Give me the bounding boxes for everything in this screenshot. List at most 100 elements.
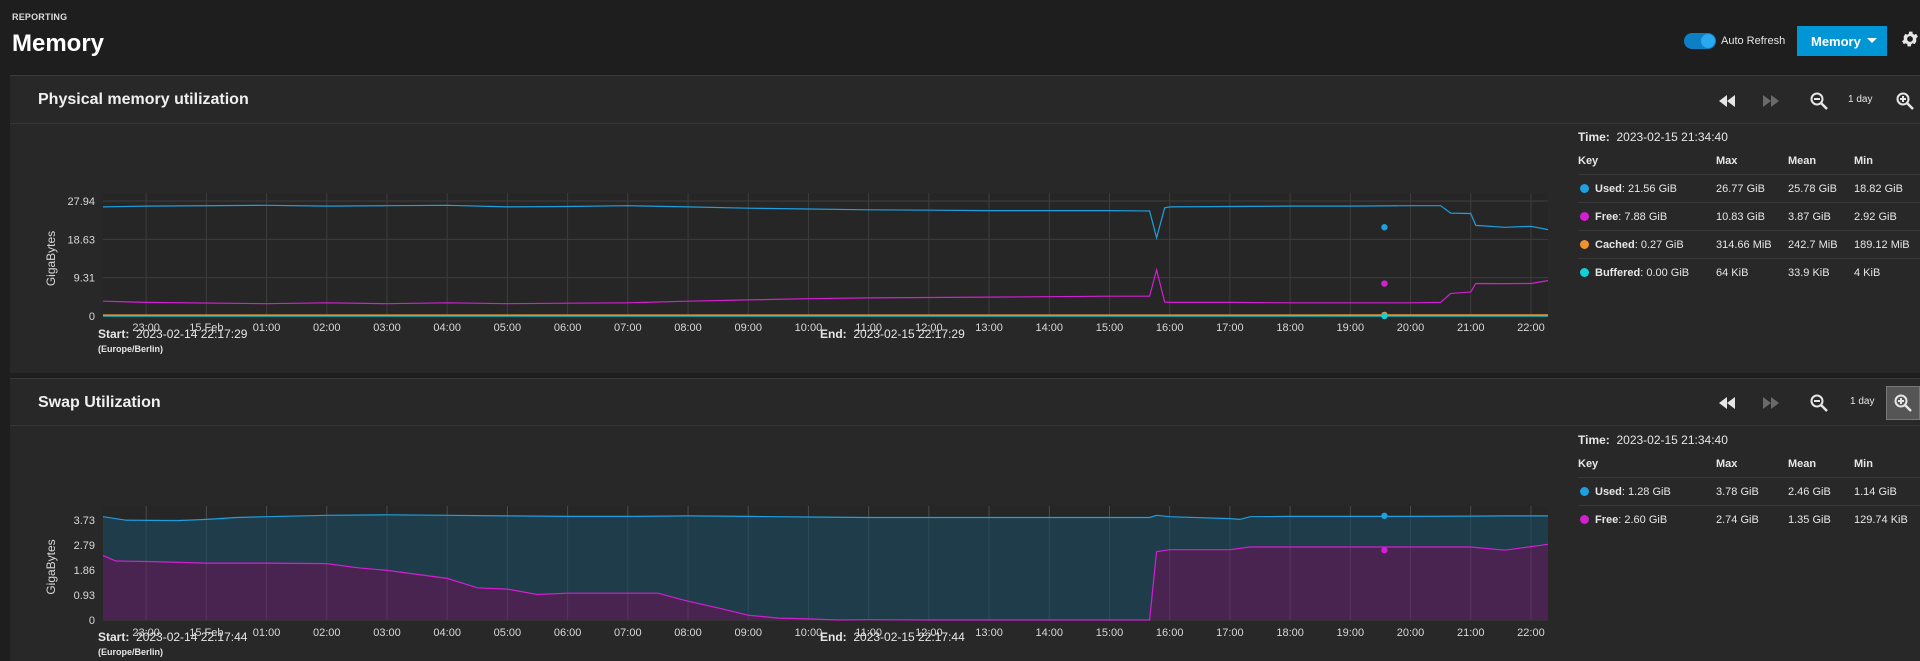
y-tick-label: 27.94 xyxy=(67,196,95,208)
zoom-in-icon xyxy=(1894,394,1912,412)
legend-row-free[interactable]: Free: 7.88 GiB10.83 GiB3.87 GiB2.92 GiB xyxy=(1578,203,1920,231)
legend-dot-icon xyxy=(1580,268,1589,277)
legend-mean: 242.7 MiB xyxy=(1788,231,1854,259)
x-tick-label: 16:00 xyxy=(1156,322,1184,334)
x-tick-label: 14:00 xyxy=(1036,627,1064,639)
legend-header-max: Max xyxy=(1716,148,1788,175)
rewind-button[interactable] xyxy=(1714,390,1740,416)
legend-time-label: Time: xyxy=(1578,130,1610,144)
hover-marker-free xyxy=(1381,547,1387,553)
fast-forward-icon xyxy=(1763,397,1779,409)
legend-header-key: Key xyxy=(1578,451,1716,478)
x-tick-label: 07:00 xyxy=(614,627,642,639)
physical-memory-card: Physical memory utilization 1 day 23:001… xyxy=(10,75,1920,373)
x-tick-label: 07:00 xyxy=(614,322,642,334)
fast-forward-button[interactable] xyxy=(1758,88,1784,114)
legend-min: 18.82 GiB xyxy=(1854,175,1920,203)
legend-header-mean: Mean xyxy=(1788,451,1854,478)
x-tick-label: 04:00 xyxy=(433,627,461,639)
zoom-in-button[interactable] xyxy=(1886,386,1920,420)
x-tick-label: 18:00 xyxy=(1276,322,1304,334)
legend-max: 314.66 MiB xyxy=(1716,231,1788,259)
timezone-label: (Europe/Berlin) xyxy=(98,344,163,354)
x-tick-label: 17:00 xyxy=(1216,322,1244,334)
timezone-label: (Europe/Berlin) xyxy=(98,647,163,657)
legend-key-name: Free xyxy=(1595,211,1618,223)
x-tick-label: 13:00 xyxy=(975,627,1003,639)
legend-dot-icon xyxy=(1580,240,1589,249)
legend-key-value: : 7.88 GiB xyxy=(1618,211,1667,223)
card-title: Physical memory utilization xyxy=(38,91,249,109)
legend-row-used[interactable]: Used: 21.56 GiB26.77 GiB25.78 GiB18.82 G… xyxy=(1578,175,1920,203)
legend-header-min: Min xyxy=(1854,148,1920,175)
page-header: REPORTING Memory Auto Refresh Memory xyxy=(0,0,1920,70)
zoom-level-label: 1 day xyxy=(1850,396,1874,407)
legend-min: 2.92 GiB xyxy=(1854,203,1920,231)
legend-row-buffered[interactable]: Buffered: 0.00 GiB64 KiB33.9 KiB4 KiB xyxy=(1578,259,1920,287)
legend-mean: 2.46 GiB xyxy=(1788,478,1854,506)
legend-row-used[interactable]: Used: 1.28 GiB3.78 GiB2.46 GiB1.14 GiB xyxy=(1578,478,1920,506)
start-value: 2023-02-14 22:17:44 xyxy=(136,630,247,644)
gear-icon[interactable] xyxy=(1900,29,1920,49)
legend-mean: 1.35 GiB xyxy=(1788,506,1854,534)
legend-time: Time: 2023-02-15 21:34:40 xyxy=(1578,433,1728,447)
legend-key-value: : 2.60 GiB xyxy=(1618,514,1667,526)
legend-max: 64 KiB xyxy=(1716,259,1788,287)
x-tick-label: 17:00 xyxy=(1216,627,1244,639)
x-tick-label: 09:00 xyxy=(734,627,762,639)
legend-dot-icon xyxy=(1580,487,1589,496)
x-tick-label: 06:00 xyxy=(554,627,582,639)
y-tick-label: 0.93 xyxy=(74,590,95,602)
legend-row-free[interactable]: Free: 2.60 GiB2.74 GiB1.35 GiB129.74 KiB xyxy=(1578,506,1920,534)
x-tick-label: 03:00 xyxy=(373,627,401,639)
x-tick-label: 05:00 xyxy=(494,627,522,639)
swap-utilization-chart[interactable]: 23:0015 Feb01:0002:0003:0004:0005:0006:0… xyxy=(10,421,1570,661)
breadcrumb[interactable]: REPORTING xyxy=(12,12,67,22)
hover-marker-used xyxy=(1381,513,1387,519)
auto-refresh-toggle[interactable] xyxy=(1684,33,1716,49)
x-tick-label: 20:00 xyxy=(1397,322,1425,334)
zoom-in-icon xyxy=(1896,92,1914,110)
zoom-out-icon xyxy=(1810,92,1828,110)
legend-header-key: Key xyxy=(1578,148,1716,175)
y-tick-label: 2.79 xyxy=(74,540,95,552)
legend-key-name: Used xyxy=(1595,183,1622,195)
zoom-out-button[interactable] xyxy=(1806,390,1832,416)
hover-marker-free xyxy=(1381,280,1387,286)
y-axis-title: GigaBytes xyxy=(44,231,58,286)
hover-marker-buffered xyxy=(1381,313,1387,319)
legend-row-cached[interactable]: Cached: 0.27 GiB314.66 MiB242.7 MiB189.1… xyxy=(1578,231,1920,259)
legend-key-value: : 0.27 GiB xyxy=(1635,239,1684,251)
card-title: Swap Utilization xyxy=(38,394,161,412)
x-tick-label: 01:00 xyxy=(253,627,281,639)
legend-max: 10.83 GiB xyxy=(1716,203,1788,231)
toggle-knob xyxy=(1701,34,1715,48)
x-tick-label: 08:00 xyxy=(674,322,702,334)
x-tick-label: 08:00 xyxy=(674,627,702,639)
zoom-in-button[interactable] xyxy=(1892,88,1918,114)
x-tick-label: 06:00 xyxy=(554,322,582,334)
legend-key: Used: 1.28 GiB xyxy=(1578,478,1716,506)
memory-dropdown-button[interactable]: Memory xyxy=(1797,26,1887,56)
rewind-button[interactable] xyxy=(1714,88,1740,114)
legend-key-value: : 1.28 GiB xyxy=(1622,486,1671,498)
zoom-out-button[interactable] xyxy=(1806,88,1832,114)
legend-min: 1.14 GiB xyxy=(1854,478,1920,506)
end-value: 2023-02-15 22:17:29 xyxy=(853,327,964,341)
legend-dot-icon xyxy=(1580,515,1589,524)
end-label: End: xyxy=(820,327,847,341)
start-time: Start: 2023-02-14 22:17:29 xyxy=(98,327,247,341)
end-value: 2023-02-15 22:17:44 xyxy=(853,630,964,644)
memory-button-label: Memory xyxy=(1811,34,1861,49)
legend-dot-icon xyxy=(1580,184,1589,193)
x-tick-label: 21:00 xyxy=(1457,322,1485,334)
x-tick-label: 19:00 xyxy=(1337,322,1365,334)
page-title: Memory xyxy=(12,30,104,58)
x-tick-label: 01:00 xyxy=(253,322,281,334)
x-tick-label: 03:00 xyxy=(373,322,401,334)
fast-forward-button[interactable] xyxy=(1758,390,1784,416)
legend-min: 4 KiB xyxy=(1854,259,1920,287)
legend-key-name: Used xyxy=(1595,486,1622,498)
legend-time: Time: 2023-02-15 21:34:40 xyxy=(1578,130,1728,144)
legend-table: KeyMaxMeanMinUsed: 21.56 GiB26.77 GiB25.… xyxy=(1578,148,1920,286)
